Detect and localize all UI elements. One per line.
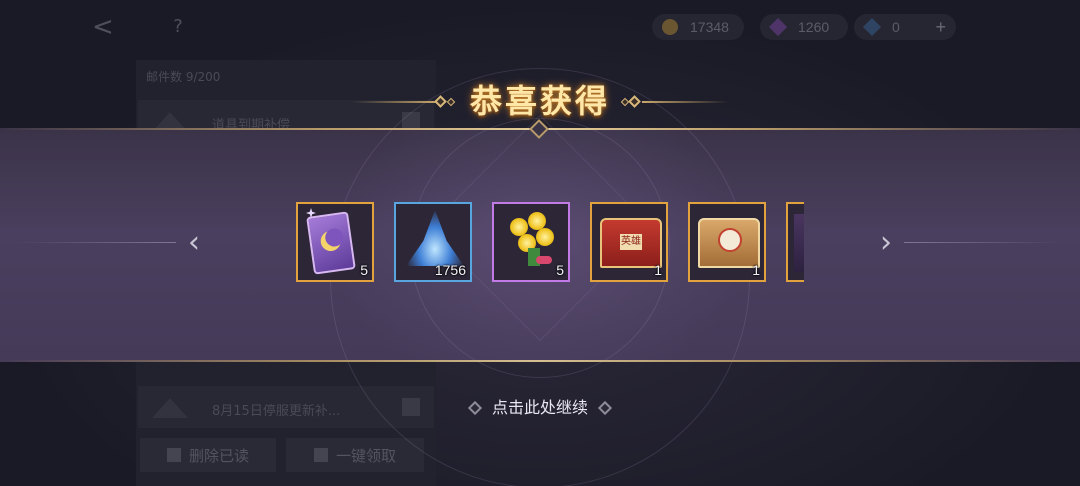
skin-chest-icon — [698, 218, 760, 268]
trash-icon — [166, 448, 181, 462]
reward-title-bar: 恭喜获得 — [0, 78, 1080, 139]
item-quantity: 5 — [360, 262, 368, 278]
reward-item-bouquet[interactable]: 5 — [492, 202, 570, 282]
item-quantity: 5 — [556, 262, 564, 278]
reward-item-purple-card[interactable]: 5 — [296, 202, 374, 282]
decor-line — [16, 242, 176, 243]
add-currency-button[interactable]: + — [935, 17, 946, 38]
help-button[interactable]: ? — [168, 14, 188, 40]
reward-title: 恭喜获得 — [469, 82, 610, 120]
currency-blue: 0 + — [854, 14, 956, 40]
currency-purple: 1260 — [760, 14, 848, 40]
continue-prompt[interactable]: 点击此处继续 — [456, 396, 624, 420]
purple-card-icon — [306, 211, 356, 275]
envelope-icon — [152, 398, 188, 418]
currency-gold-value: 17348 — [690, 19, 729, 35]
title-line — [642, 101, 728, 103]
purple-gem-icon — [768, 17, 788, 37]
delete-read-button[interactable]: 删除已读 — [140, 438, 276, 472]
bouquet-icon — [506, 212, 558, 266]
item-quantity: 1 — [654, 262, 662, 278]
top-bar: < ? 17348 1260 0 + — [0, 0, 1080, 56]
banner-bottom-edge — [0, 360, 1080, 362]
reward-item-skin-chest[interactable]: 1 — [688, 202, 766, 282]
claim-all-button[interactable]: 一键领取 — [286, 438, 424, 472]
blue-gem-icon — [862, 17, 882, 37]
decor-line — [904, 242, 1064, 243]
reward-item-partial[interactable] — [786, 202, 804, 282]
chest-label: 英雄 — [620, 234, 642, 250]
claim-all-label: 一键领取 — [335, 446, 396, 465]
diamond-icon — [597, 400, 613, 416]
gold-coin-icon — [662, 19, 678, 35]
prev-arrow-icon[interactable]: ‹ — [180, 228, 208, 258]
reward-item-list: 5 1756 5 英雄 1 1 — [296, 202, 804, 284]
continue-label: 点击此处继续 — [491, 398, 588, 417]
gift-icon — [313, 448, 328, 462]
item-icon — [794, 214, 804, 272]
title-line — [352, 101, 438, 103]
hero-chest-icon: 英雄 — [600, 218, 662, 268]
reward-item-hero-chest[interactable]: 英雄 1 — [590, 202, 668, 282]
reward-banner: ‹ › 5 1756 5 英雄 1 1 — [0, 68, 1080, 486]
reward-item-blue-crystal[interactable]: 1756 — [394, 202, 472, 282]
item-quantity: 1 — [752, 262, 760, 278]
currency-gold: 17348 — [652, 14, 744, 40]
back-button[interactable]: < — [92, 12, 118, 42]
diamond-icon — [467, 400, 483, 416]
currency-purple-value: 1260 — [798, 19, 830, 35]
next-arrow-icon[interactable]: › — [872, 228, 900, 258]
currency-blue-value: 0 — [892, 19, 900, 35]
item-quantity: 1756 — [434, 262, 466, 278]
mail-title: 8月15日停服更新补... — [212, 404, 341, 419]
crystal-icon — [406, 210, 464, 266]
delete-read-label: 删除已读 — [188, 446, 249, 465]
